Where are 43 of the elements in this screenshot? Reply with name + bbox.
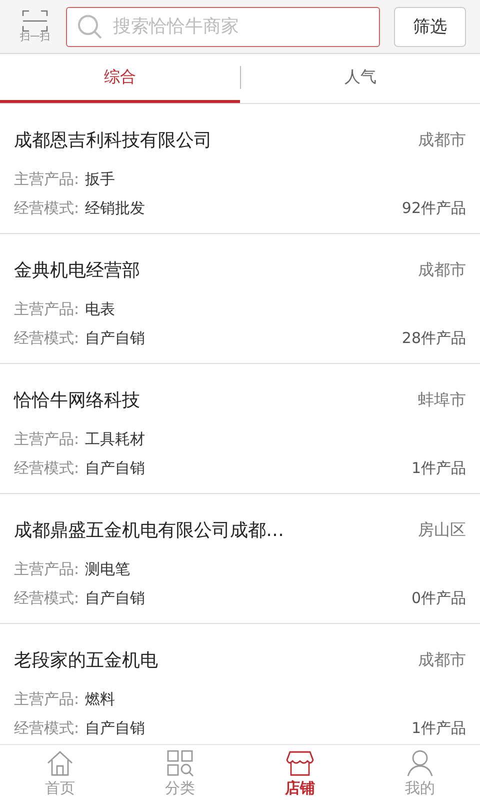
product-count: 28件产品 [402,329,466,348]
scan-icon[interactable] [22,10,48,32]
product-value: 工具耗材 [85,430,146,449]
product-label: 主营产品: [14,690,80,709]
shop-city: 蚌埠市 [418,390,466,410]
product-value: 燃料 [85,690,116,709]
mode-label: 经营模式: [14,719,80,738]
mode-label: 经营模式: [14,589,80,608]
shop-name[interactable]: 恰恰牛网络科技 [14,388,140,412]
mode-value: 自产自销 [85,459,146,478]
scan-label: 扫一扫 [20,32,50,44]
product-label: 主营产品: [14,300,80,319]
shop-name[interactable]: 成都恩吉利科技有限公司 [14,128,212,152]
product-value: 扳手 [85,170,116,189]
mode-value: 经销批发 [85,199,146,218]
product-value: 测电笔 [85,560,130,579]
shop-city: 成都市 [418,650,466,670]
product-count: 1件产品 [411,719,466,738]
profile-icon [405,748,435,778]
category-icon [165,748,195,778]
search-icon [77,14,103,40]
shop-name[interactable]: 金典机电经营部 [14,258,140,282]
product-label: 主营产品: [14,430,80,449]
product-count: 1件产品 [411,459,466,478]
mode-value: 自产自销 [85,589,146,608]
shop-city: 房山区 [418,520,466,540]
mode-value: 自产自销 [85,719,146,738]
product-label: 主营产品: [14,170,80,189]
shop-city: 成都市 [418,130,466,150]
mode-label: 经营模式: [14,459,80,478]
product-count: 92件产品 [402,199,466,218]
product-label: 主营产品: [14,560,80,579]
shop-name[interactable]: 成都鼎盛五金机电有限公司成都… [14,518,284,542]
product-count: 0件产品 [411,589,466,608]
mode-label: 经营模式: [14,329,80,348]
search-field[interactable]: 搜索恰恰牛商家 [66,6,380,46]
mode-value: 自产自销 [85,329,146,348]
mode-label: 经营模式: [14,199,80,218]
shop-name[interactable]: 老段家的五金机电 [14,648,158,672]
nav-tab[interactable]: 店铺 [240,745,360,800]
product-value: 电表 [85,300,116,319]
shop-city: 成都市 [418,260,466,280]
filter-button[interactable]: 筛选 [394,6,466,46]
